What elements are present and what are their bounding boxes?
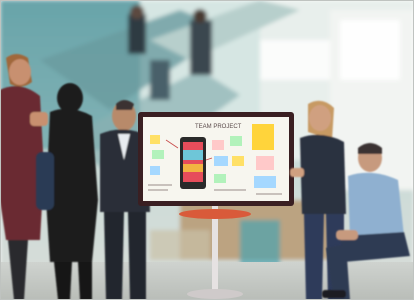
photo-scene: TEAM PROJECT bbox=[0, 0, 414, 300]
board-title: TEAM PROJECT bbox=[195, 124, 242, 130]
photo-illustration: TEAM PROJECT bbox=[0, 0, 414, 300]
digital-whiteboard: TEAM PROJECT bbox=[138, 112, 294, 206]
